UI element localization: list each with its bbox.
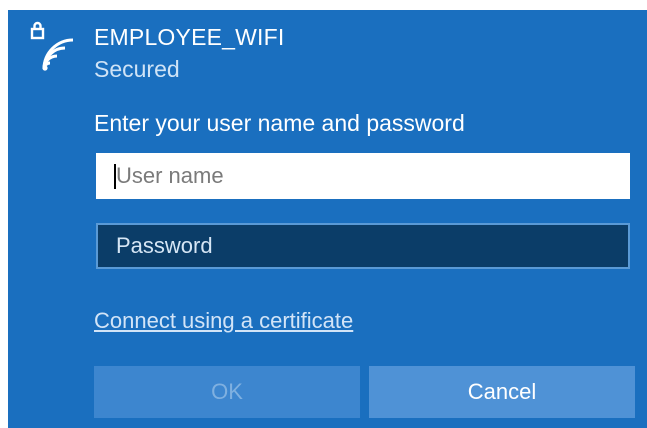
wifi-login-panel: EMPLOYEE_WIFI Secured Enter your user na… [8, 10, 647, 428]
ok-button[interactable]: OK [94, 366, 360, 418]
text-caret [114, 164, 116, 189]
connect-certificate-link[interactable]: Connect using a certificate [94, 308, 353, 334]
cancel-button[interactable]: Cancel [369, 366, 635, 418]
network-name: EMPLOYEE_WIFI [94, 24, 285, 50]
username-field[interactable] [96, 153, 630, 199]
credentials-prompt: Enter your user name and password [94, 110, 465, 136]
password-field[interactable] [96, 223, 630, 269]
network-status: Secured [94, 56, 180, 82]
secured-wifi-icon [30, 21, 74, 71]
